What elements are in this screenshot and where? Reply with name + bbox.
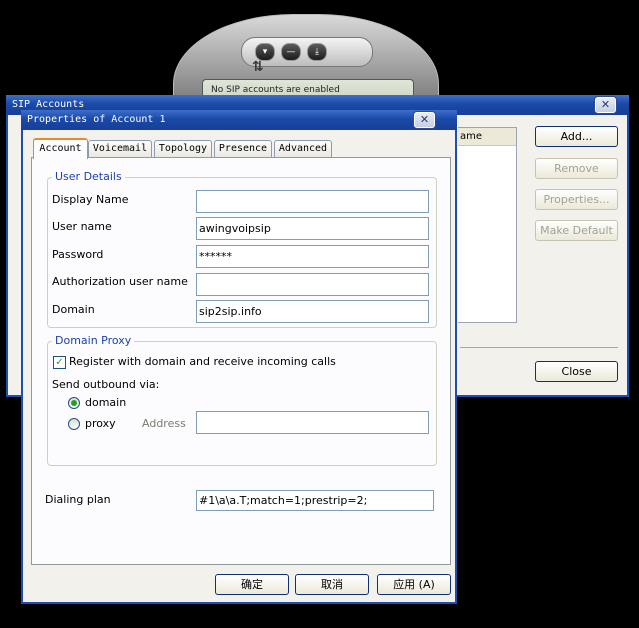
display-name-label: Display Name bbox=[52, 193, 129, 206]
authorization-user-input[interactable] bbox=[196, 273, 429, 296]
sip-accounts-title: SIP Accounts bbox=[12, 99, 85, 110]
user-name-input[interactable]: awingvoipsip bbox=[196, 217, 429, 240]
sip-accounts-close-button[interactable]: ✕ bbox=[595, 97, 616, 113]
send-outbound-label: Send outbound via: bbox=[52, 378, 160, 391]
ok-button[interactable]: 确定 bbox=[215, 574, 289, 595]
accounts-column-header[interactable]: ame bbox=[458, 128, 516, 146]
tab-voicemail[interactable]: Voicemail bbox=[88, 140, 152, 158]
accounts-list[interactable]: ame bbox=[458, 127, 517, 323]
domain-input[interactable]: sip2sip.info bbox=[196, 300, 429, 323]
make-default-button[interactable]: Make Default bbox=[535, 220, 618, 241]
add-account-button[interactable]: Add... bbox=[535, 126, 618, 147]
close-button[interactable]: Close bbox=[535, 361, 618, 382]
check-icon: ✓ bbox=[55, 357, 64, 368]
display-name-input[interactable] bbox=[196, 190, 429, 213]
phone-logo-icon: ⇅ bbox=[252, 59, 264, 75]
dialing-plan-input[interactable]: #1\a\a.T;match=1;prestrip=2; bbox=[196, 490, 434, 511]
separator bbox=[460, 347, 618, 348]
domain-radio-label[interactable]: domain bbox=[85, 396, 126, 409]
properties-close-button[interactable]: ✕ bbox=[414, 112, 435, 128]
user-name-label: User name bbox=[52, 220, 112, 233]
password-label: Password bbox=[52, 248, 104, 261]
account-properties-dialog: Properties of Account 1 ✕ Account Voicem… bbox=[21, 110, 457, 604]
phone-dropdown-button[interactable]: ⤓ bbox=[307, 43, 327, 61]
proxy-address-input[interactable] bbox=[196, 411, 429, 434]
register-checkbox[interactable]: ✓ bbox=[53, 356, 66, 369]
account-properties-button[interactable]: Properties... bbox=[535, 189, 618, 210]
phone-minimize-button[interactable]: — bbox=[281, 43, 301, 61]
domain-radio[interactable] bbox=[68, 397, 80, 409]
remove-account-button[interactable]: Remove bbox=[535, 158, 618, 179]
proxy-radio-label[interactable]: proxy bbox=[85, 417, 116, 430]
user-details-legend: User Details bbox=[52, 170, 125, 183]
tab-advanced[interactable]: Advanced bbox=[274, 140, 332, 158]
account-tab-panel: User Details Display Name User name awin… bbox=[31, 157, 451, 565]
tab-presence[interactable]: Presence bbox=[214, 140, 272, 158]
password-input[interactable]: ****** bbox=[196, 245, 429, 268]
close-icon: ✕ bbox=[600, 98, 611, 111]
close-icon: ✕ bbox=[419, 113, 430, 126]
domain-proxy-legend: Domain Proxy bbox=[52, 334, 135, 347]
authorization-user-label: Authorization user name bbox=[52, 275, 188, 288]
properties-titlebar[interactable]: Properties of Account 1 bbox=[21, 110, 457, 130]
properties-title: Properties of Account 1 bbox=[27, 114, 166, 125]
tab-topology[interactable]: Topology bbox=[154, 140, 212, 158]
phone-status-text: No SIP accounts are enabled bbox=[211, 85, 340, 95]
domain-proxy-group: Domain Proxy ✓ Register with domain and … bbox=[47, 334, 437, 466]
proxy-radio[interactable] bbox=[68, 418, 80, 430]
tab-account[interactable]: Account bbox=[33, 138, 88, 159]
cancel-button[interactable]: 取消 bbox=[295, 574, 369, 595]
register-label[interactable]: Register with domain and receive incomin… bbox=[69, 355, 336, 368]
address-label: Address bbox=[142, 417, 186, 430]
user-details-group: User Details Display Name User name awin… bbox=[47, 170, 437, 328]
apply-button[interactable]: 应用 (A) bbox=[377, 574, 451, 595]
dialing-plan-label: Dialing plan bbox=[45, 493, 111, 506]
domain-label: Domain bbox=[52, 303, 95, 316]
